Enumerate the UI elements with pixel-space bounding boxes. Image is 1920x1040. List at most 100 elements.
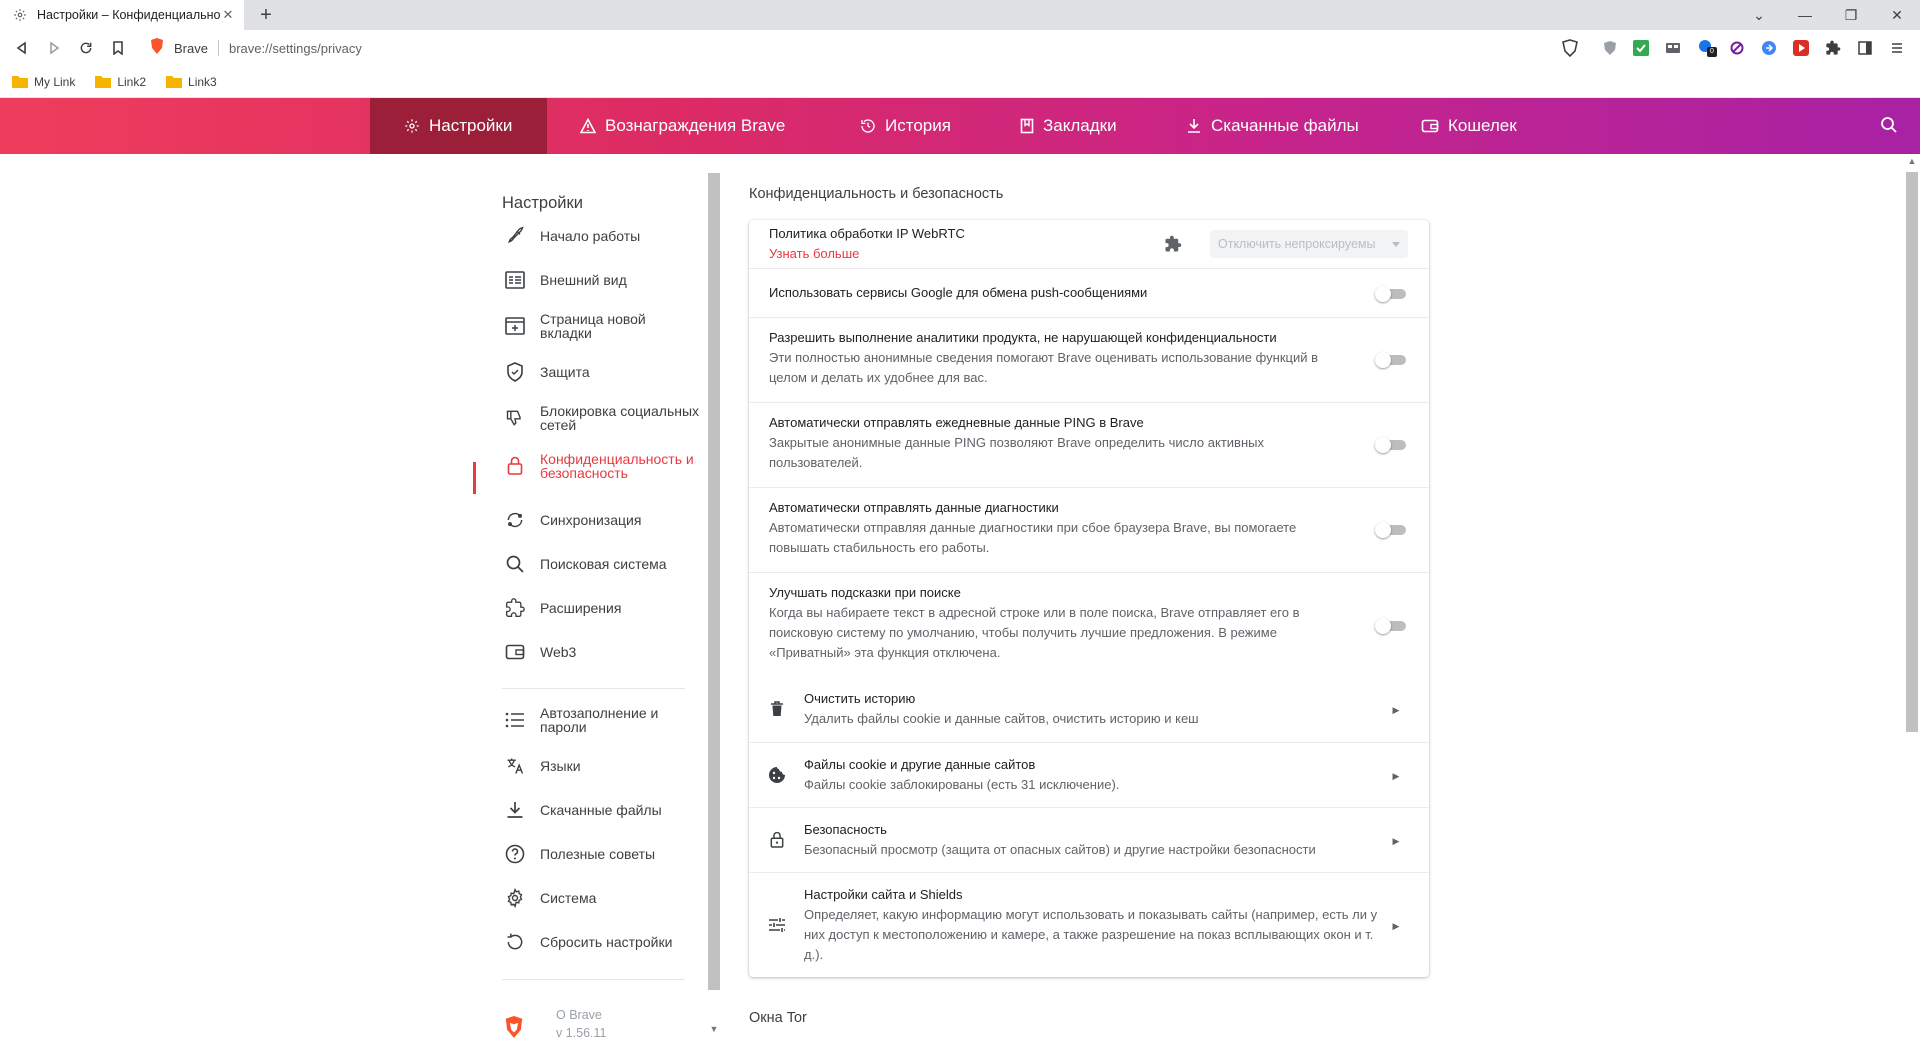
- brave-shields-icon[interactable]: [1561, 39, 1579, 57]
- topnav-label: Кошелек: [1448, 116, 1517, 135]
- omnibox-separator: [217, 40, 219, 56]
- tor-section-title: Окна Tor: [749, 1010, 807, 1026]
- page-scrollbar[interactable]: [1906, 172, 1918, 732]
- minimize-button[interactable]: —: [1782, 0, 1828, 30]
- url-text[interactable]: brave://settings/privacy: [229, 41, 362, 56]
- toggle-row[interactable]: Улучшать подсказки при поиске Когда вы н…: [749, 572, 1429, 677]
- toggle-row[interactable]: Автоматически отправлять данные диагност…: [749, 487, 1429, 572]
- badge-extension-icon[interactable]: 0: [1698, 39, 1717, 57]
- topnav-downloads[interactable]: Скачанные файлы: [1186, 98, 1359, 154]
- browser-tab[interactable]: Настройки – Конфиденциально ✕: [0, 0, 244, 30]
- bookmark-icon: [1020, 118, 1034, 134]
- sidebar-item-label: Скачанные файлы: [540, 802, 662, 818]
- toggle-switch[interactable]: [1375, 522, 1409, 538]
- toggle-title: Использовать сервисы Google для обмена p…: [769, 285, 1148, 300]
- menu-icon[interactable]: [1888, 39, 1906, 57]
- sidebar-item-privacy[interactable]: Конфиденциальность и безопасность: [473, 448, 705, 484]
- shield-icon: [504, 361, 526, 383]
- clear-history-row[interactable]: Очистить историю Удалить файлы cookie и …: [749, 677, 1429, 742]
- folder-icon: [12, 76, 28, 88]
- video-extension-icon[interactable]: [1792, 39, 1810, 57]
- select-value: Отключить непроксируемы: [1218, 237, 1376, 251]
- webrtc-policy-select[interactable]: Отключить непроксируемы: [1210, 230, 1408, 258]
- toggle-knob: [1375, 352, 1391, 368]
- back-button[interactable]: [10, 36, 34, 60]
- security-row[interactable]: Безопасность Безопасный просмотр (защита…: [749, 807, 1429, 872]
- toggle-row[interactable]: Использовать сервисы Google для обмена p…: [749, 268, 1429, 317]
- cookies-row[interactable]: Файлы cookie и другие данные сайтов Файл…: [749, 742, 1429, 807]
- check-extension-icon[interactable]: [1632, 39, 1650, 57]
- rocket-icon: [504, 225, 526, 247]
- sync-icon: [504, 509, 526, 531]
- site-settings-row[interactable]: Настройки сайта и Shields Определяет, ка…: [749, 872, 1429, 977]
- webrtc-row: Политика обработки IP WebRTC Узнать боль…: [749, 220, 1429, 268]
- topnav-wallet[interactable]: Кошелек: [1421, 98, 1517, 154]
- link-description: Файлы cookie заблокированы (есть 31 искл…: [804, 777, 1120, 792]
- folder-icon: [166, 76, 183, 88]
- bookmark-folder[interactable]: Link2: [95, 75, 146, 89]
- sidebar-item-sync[interactable]: Синхронизация: [473, 504, 705, 536]
- folder-icon: [95, 76, 112, 88]
- reload-button[interactable]: [74, 36, 98, 60]
- window-close-button[interactable]: ✕: [1874, 0, 1920, 30]
- settings-search-icon[interactable]: [1880, 116, 1900, 136]
- toggle-row[interactable]: Разрешить выполнение аналитики продукта,…: [749, 317, 1429, 402]
- sidebar-item-social-blocking[interactable]: Блокировка социальных сетей: [473, 400, 705, 436]
- toggle-title: Автоматически отправлять данные диагност…: [769, 500, 1059, 515]
- sidebar-item-shields[interactable]: Защита: [473, 356, 705, 388]
- settings-sidebar: Настройки Начало работы Внешний вид Стра…: [473, 154, 705, 1040]
- sidebar-item-web3[interactable]: Web3: [473, 636, 705, 668]
- topnav-rewards[interactable]: Вознаграждения Brave: [580, 98, 785, 154]
- sidebar-item-label: Web3: [540, 644, 577, 660]
- scroll-up-arrow-icon[interactable]: ▲: [1906, 156, 1918, 168]
- sidebar-scrollbar[interactable]: [708, 173, 720, 990]
- sidebar-item-system[interactable]: Система: [473, 882, 705, 914]
- back-arrow-icon: [16, 41, 26, 55]
- block-extension-icon[interactable]: [1728, 39, 1746, 57]
- lock-icon: [504, 455, 526, 477]
- topnav-settings[interactable]: Настройки: [370, 98, 547, 154]
- toggle-switch[interactable]: [1375, 618, 1409, 634]
- toggle-switch[interactable]: [1375, 437, 1409, 453]
- sidebar-item-search-engine[interactable]: Поисковая система: [473, 548, 705, 580]
- sidebar-item-reset[interactable]: Сбросить настройки: [473, 926, 705, 958]
- sidebar-about[interactable]: О Brave v 1.56.11: [556, 1006, 607, 1040]
- sidebar-item-appearance[interactable]: Внешний вид: [473, 264, 705, 296]
- topnav-history[interactable]: История: [860, 98, 951, 154]
- share-extension-icon[interactable]: [1760, 39, 1778, 57]
- topnav-label: Настройки: [429, 116, 513, 135]
- cookie-icon: [767, 765, 787, 785]
- address-bar[interactable]: Brave brave://settings/privacy: [140, 34, 1550, 62]
- bookmark-folder[interactable]: My Link: [12, 75, 75, 89]
- sidebar-toggle-icon[interactable]: [1856, 39, 1874, 57]
- chevron-down-icon[interactable]: ⌄: [1736, 0, 1782, 30]
- sidebar-item-help[interactable]: Полезные советы: [473, 838, 705, 870]
- new-tab-button[interactable]: +: [254, 3, 278, 27]
- sidebar-item-autofill[interactable]: Автозаполнение и пароли: [473, 702, 705, 738]
- sidebar-item-downloads[interactable]: Скачанные файлы: [473, 794, 705, 826]
- bookmark-page-button[interactable]: [106, 36, 130, 60]
- scroll-down-arrow-icon[interactable]: ▼: [708, 1024, 720, 1036]
- toggle-row[interactable]: Автоматически отправлять ежедневные данн…: [749, 402, 1429, 487]
- sidebar-item-languages[interactable]: Языки: [473, 750, 705, 782]
- sidebar-item-new-tab[interactable]: Страница новой вкладки: [473, 308, 705, 344]
- sidebar-item-extensions[interactable]: Расширения: [473, 592, 705, 624]
- tab-manager-icon[interactable]: [1664, 39, 1682, 57]
- sidebar-item-label: Конфиденциальность и безопасность: [540, 451, 694, 481]
- chevron-right-icon: ▶: [1392, 704, 1400, 715]
- browser-toolbar: Brave brave://settings/privacy 0: [0, 30, 1920, 66]
- toggle-switch[interactable]: [1375, 286, 1409, 302]
- download-icon: [1188, 119, 1200, 133]
- bookmark-folder[interactable]: Link3: [166, 75, 217, 89]
- vpn-shield-icon[interactable]: [1601, 39, 1619, 57]
- sidebar-item-label: Внешний вид: [540, 272, 627, 288]
- forward-button[interactable]: [42, 36, 66, 60]
- close-icon[interactable]: ✕: [220, 7, 236, 23]
- puzzle-icon: [1164, 235, 1182, 258]
- restore-button[interactable]: ❐: [1828, 0, 1874, 30]
- wallet-icon: [1421, 119, 1439, 133]
- toggle-switch[interactable]: [1375, 352, 1409, 368]
- sidebar-item-get-started[interactable]: Начало работы: [473, 220, 705, 252]
- extensions-puzzle-icon[interactable]: [1824, 39, 1842, 57]
- topnav-bookmarks[interactable]: Закладки: [1020, 98, 1117, 154]
